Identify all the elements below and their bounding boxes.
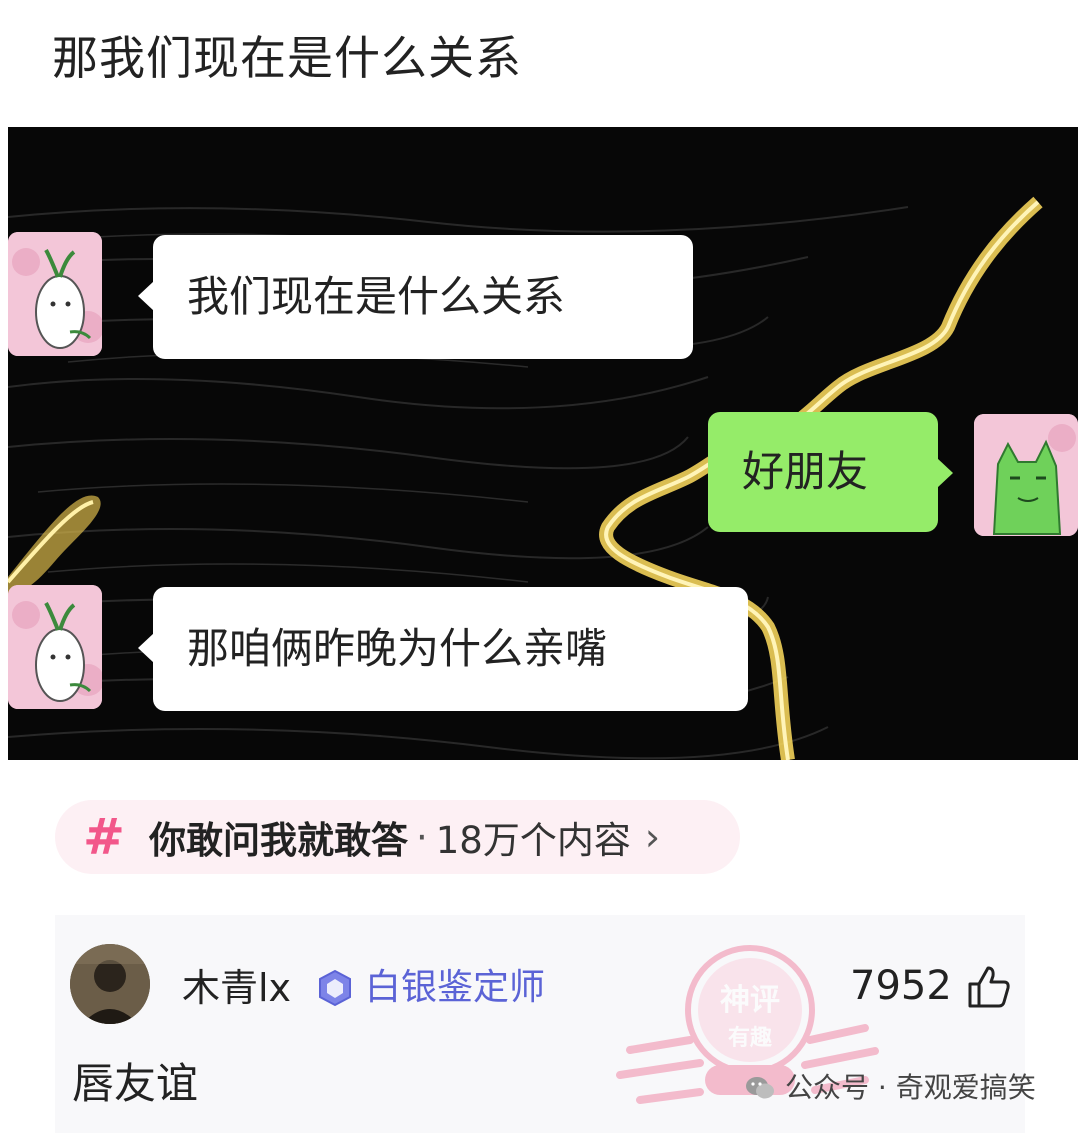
message-text: 我们现在是什么关系	[187, 272, 566, 321]
message-text: 那咱俩昨晚为什么亲嘴	[187, 624, 608, 673]
question-title: 那我们现在是什么关系	[52, 31, 522, 85]
topic-content-count: 18万个内容	[435, 819, 631, 862]
chevron-right-icon: ›	[644, 815, 661, 859]
frog-sticker-icon	[974, 414, 1078, 536]
sender-avatar[interactable]	[8, 232, 102, 356]
wechat-icon	[746, 1077, 774, 1099]
topic-tag[interactable]: # 你敢问我就敢答 · 18万个内容 ›	[55, 800, 740, 874]
wechat-watermark: 公众号 · 奇观爱搞笑	[745, 1070, 1036, 1106]
user-photo	[70, 944, 150, 1024]
like-count: 7952	[850, 963, 952, 1009]
message-bubble-received[interactable]: 我们现在是什么关系	[138, 235, 693, 359]
chat-screenshot-image: 我们现在是什么关系 好朋友 那咱俩昨晚为什么亲嘴	[8, 127, 1078, 760]
stamp-sublabel: 有趣	[728, 1025, 772, 1051]
message-bubble-received[interactable]: 那咱俩昨晚为什么亲嘴	[138, 587, 748, 711]
silver-badge-icon	[319, 969, 351, 1007]
hashtag-icon: #	[83, 808, 125, 866]
message-bubble-sent[interactable]: 好朋友	[708, 412, 953, 532]
radish-sticker-icon	[8, 585, 102, 709]
separator-dot: ·	[416, 815, 428, 859]
avatar[interactable]	[70, 944, 150, 1024]
username[interactable]: 木青lx	[182, 965, 291, 1011]
radish-sticker-icon	[8, 232, 102, 356]
answer-text: 唇友谊	[72, 1059, 199, 1108]
receiver-avatar[interactable]	[974, 414, 1078, 536]
topic-name: 你敢问我就敢答	[149, 819, 408, 862]
message-text: 好朋友	[742, 447, 869, 496]
user-badge-label: 白银鉴定师	[365, 967, 546, 1008]
sender-avatar[interactable]	[8, 585, 102, 709]
watermark-text: 公众号 · 奇观爱搞笑	[785, 1071, 1036, 1104]
stamp-label: 神评	[720, 983, 780, 1018]
thumbs-up-icon[interactable]	[966, 964, 1012, 1010]
